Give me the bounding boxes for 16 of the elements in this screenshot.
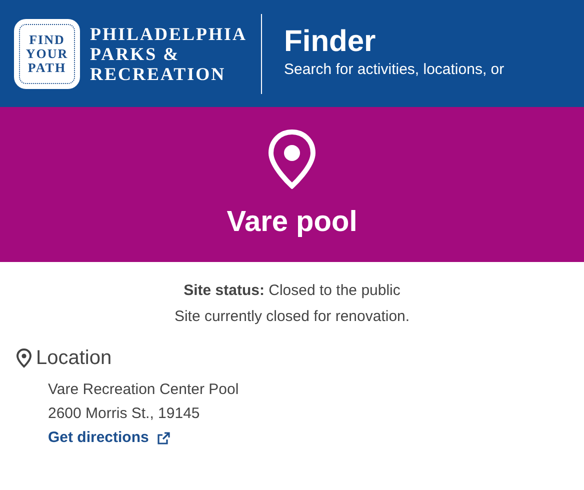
logo-badge: FIND YOUR PATH (14, 18, 80, 88)
status-note: Site currently closed for renovation. (173, 307, 411, 327)
org-name-line: PARKS & (90, 44, 181, 64)
app-title: Finder (284, 25, 377, 60)
map-pin-icon (267, 129, 317, 190)
map-pin-icon (16, 348, 32, 368)
section-heading: Location (36, 346, 112, 370)
org-name-line: PHILADELPHIA (90, 24, 248, 44)
directions-link[interactable]: Get directions (48, 427, 170, 450)
site-name: Vare pool (226, 205, 358, 240)
org-name-line: RECREATION (90, 64, 227, 84)
site-status: Site status: Closed to the public (182, 281, 402, 301)
app-subtitle: Search for activities, locations, or (284, 60, 504, 80)
external-link-icon (156, 432, 170, 445)
address-line: Vare Recreation Center Pool (48, 380, 240, 400)
address-line: 2600 Morris St., 19145 (48, 404, 201, 424)
